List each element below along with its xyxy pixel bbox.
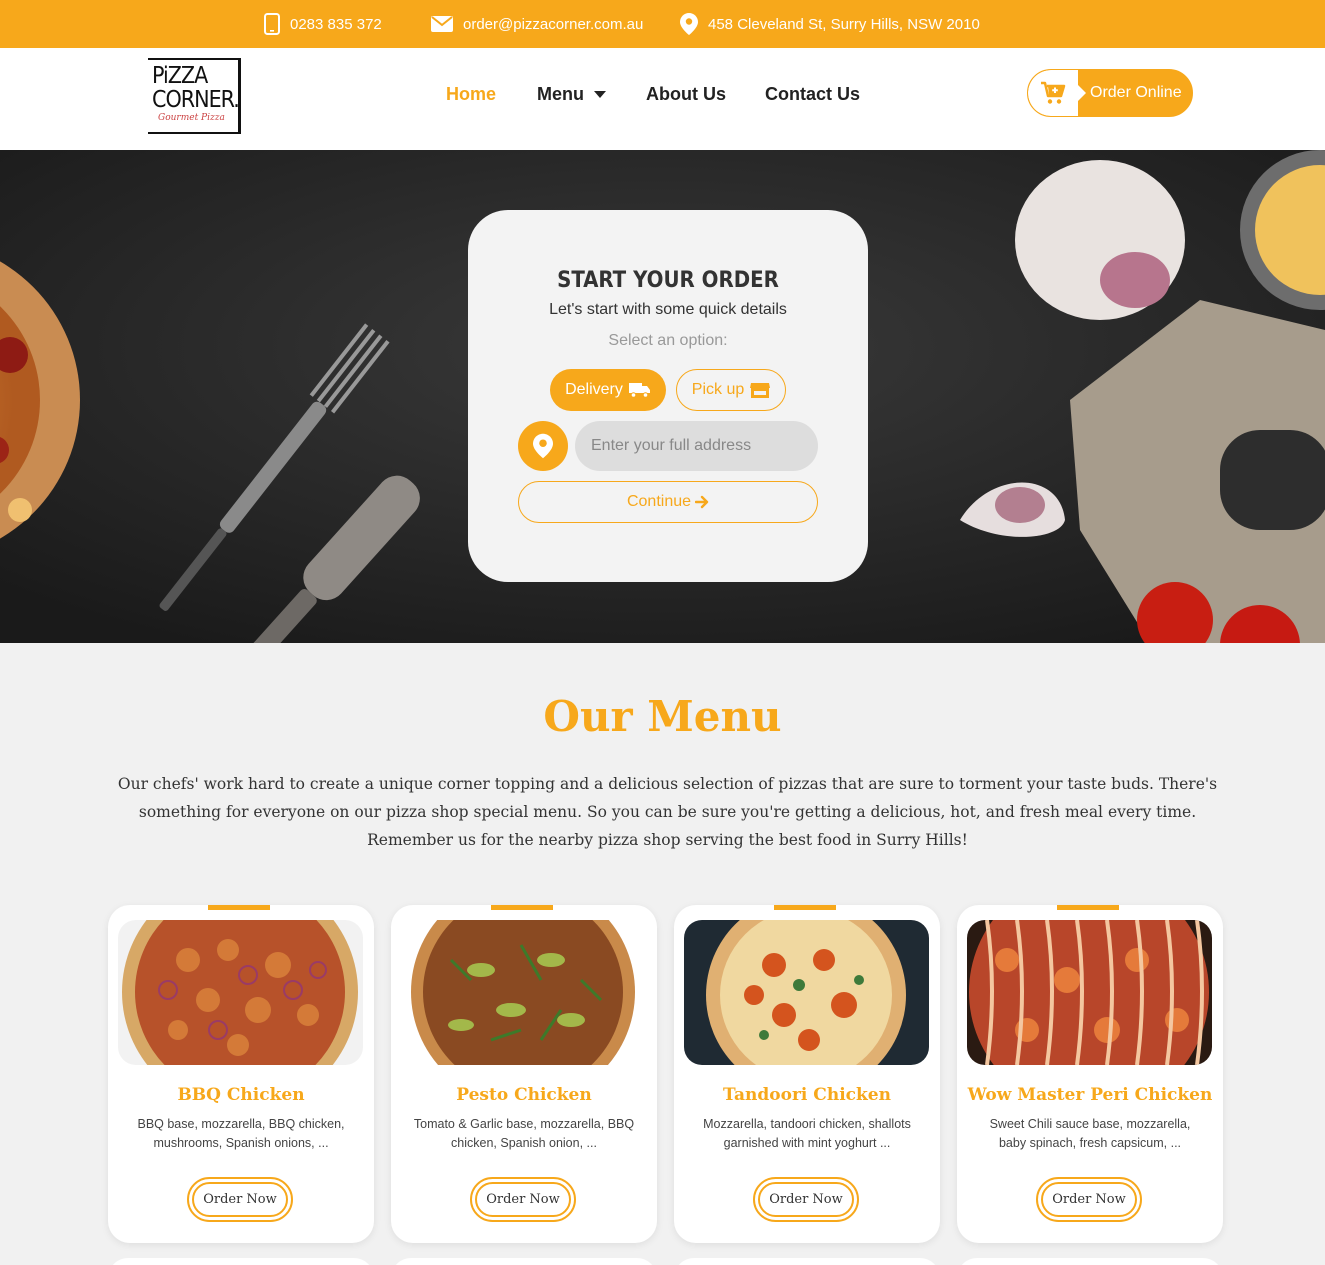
start-order-subtitle: Let's start with some quick details: [549, 301, 787, 318]
menu-item-description: Sweet Chili sauce base, mozzarella, baby…: [989, 1117, 1191, 1150]
menu-item-description: Mozzarella, tandoori chicken, shallots g…: [703, 1117, 911, 1150]
address-pin-badge: [518, 421, 568, 471]
street-address: 458 Cleveland St, Surry Hills, NSW 2010: [708, 15, 980, 33]
phone-number: 0283 835 372: [290, 15, 382, 33]
card-accent-bar: [491, 905, 553, 910]
tandoori-chicken-photo[interactable]: [684, 920, 929, 1065]
pizza-image: [401, 920, 646, 1065]
order-now-button[interactable]: Order Now: [470, 1177, 576, 1222]
order-now-label: Order Now: [758, 1182, 854, 1217]
menu-card-next-row: [108, 1258, 374, 1265]
continue-button[interactable]: Continue: [518, 481, 818, 523]
menu-card-next-row: [674, 1258, 940, 1265]
logo-line-2: CORNER.: [152, 87, 240, 113]
menu-card-wow-master-peri-chicken: Wow Master Peri Chicken Sweet Chili sauc…: [957, 905, 1223, 1243]
arrow-right-icon: [695, 495, 709, 509]
card-accent-bar: [774, 905, 836, 910]
menu-card-bbq-chicken: BBQ Chicken BBQ base, mozzarella, BBQ ch…: [108, 905, 374, 1243]
select-option-label: Select an option:: [608, 332, 728, 349]
menu-item-description: Tomato & Garlic base, mozzarella, BBQ ch…: [413, 1117, 635, 1150]
email-address: order@pizzacorner.com.au: [463, 15, 644, 33]
start-order-card: START YOUR ORDER Let's start with some q…: [468, 210, 868, 582]
order-online-button[interactable]: Order Online: [1027, 69, 1193, 117]
caret-down-icon: [594, 90, 606, 98]
menu-item-description: BBQ base, mozzarella, BBQ chicken, mushr…: [137, 1117, 345, 1150]
menu-item-name: Tandoori Chicken: [723, 1085, 891, 1105]
nav-home[interactable]: Home: [446, 48, 496, 140]
location-pin-icon: [533, 433, 553, 459]
top-info-bar: 0283 835 372 order@pizzacorner.com.au 45…: [0, 0, 1325, 48]
menu-item-name: Pesto Chicken: [456, 1085, 592, 1105]
order-now-label: Order Now: [192, 1182, 288, 1217]
wow-master-peri-chicken-photo[interactable]: [967, 920, 1212, 1065]
card-accent-bar: [1057, 905, 1119, 910]
address-input[interactable]: [575, 421, 818, 471]
order-now-button[interactable]: Order Now: [187, 1177, 293, 1222]
pizza-image: [118, 920, 363, 1065]
logo-line-1: PiZZA: [152, 63, 208, 89]
envelope-icon: [431, 16, 453, 32]
menu-section-title: Our Menu: [543, 692, 782, 741]
order-now-button[interactable]: Order Now: [1036, 1177, 1142, 1222]
menu-card-pesto-chicken: Pesto Chicken Tomato & Garlic base, mozz…: [391, 905, 657, 1243]
pickup-label: Pick up: [691, 381, 745, 398]
menu-item-name: Wow Master Peri Chicken: [967, 1085, 1213, 1105]
continue-label: Continue: [626, 493, 692, 510]
nav-menu-label: Menu: [537, 83, 584, 104]
delivery-button[interactable]: Delivery: [550, 369, 666, 411]
menu-card-next-row: [957, 1258, 1223, 1265]
delivery-label: Delivery: [565, 381, 623, 398]
location-pin-icon: [680, 13, 698, 35]
nav-contact[interactable]: Contact Us: [765, 48, 860, 140]
address-contact[interactable]: 458 Cleveland St, Surry Hills, NSW 2010: [680, 0, 980, 48]
pizza-image: [967, 920, 1212, 1065]
hero-banner: START YOUR ORDER Let's start with some q…: [0, 150, 1325, 643]
order-now-button[interactable]: Order Now: [753, 1177, 859, 1222]
bbq-chicken-photo[interactable]: [118, 920, 363, 1065]
menu-section-description: Our chefs' work hard to create a unique …: [117, 775, 1218, 849]
pickup-button[interactable]: Pick up: [676, 369, 786, 411]
start-order-title: START YOUR ORDER: [557, 268, 779, 293]
phone-contact[interactable]: 0283 835 372: [264, 0, 382, 48]
phone-icon: [264, 13, 280, 35]
order-online-label: Order Online: [1090, 84, 1182, 101]
site-header: PiZZA CORNER. Gourmet Pizza Home Menu Ab…: [0, 48, 1325, 150]
menu-card-next-row: [391, 1258, 657, 1265]
card-accent-bar: [208, 905, 270, 910]
order-now-label: Order Now: [475, 1182, 571, 1217]
cart-icon-holder: [1028, 70, 1086, 116]
menu-card-tandoori-chicken: Tandoori Chicken Mozzarella, tandoori ch…: [674, 905, 940, 1243]
store-icon: [750, 383, 771, 398]
cart-plus-icon: [1041, 81, 1066, 104]
menu-item-name: BBQ Chicken: [177, 1085, 305, 1105]
logo-line-3: Gourmet Pizza: [158, 113, 225, 123]
nav-menu[interactable]: Menu: [537, 48, 606, 140]
order-now-label: Order Now: [1041, 1182, 1137, 1217]
nav-about[interactable]: About Us: [646, 48, 726, 140]
pizza-image: [684, 920, 929, 1065]
email-contact[interactable]: order@pizzacorner.com.au: [431, 0, 643, 48]
pizza-corner-logo[interactable]: PiZZA CORNER. Gourmet Pizza: [148, 58, 241, 134]
truck-icon: [628, 383, 650, 398]
pesto-chicken-photo[interactable]: [401, 920, 646, 1065]
